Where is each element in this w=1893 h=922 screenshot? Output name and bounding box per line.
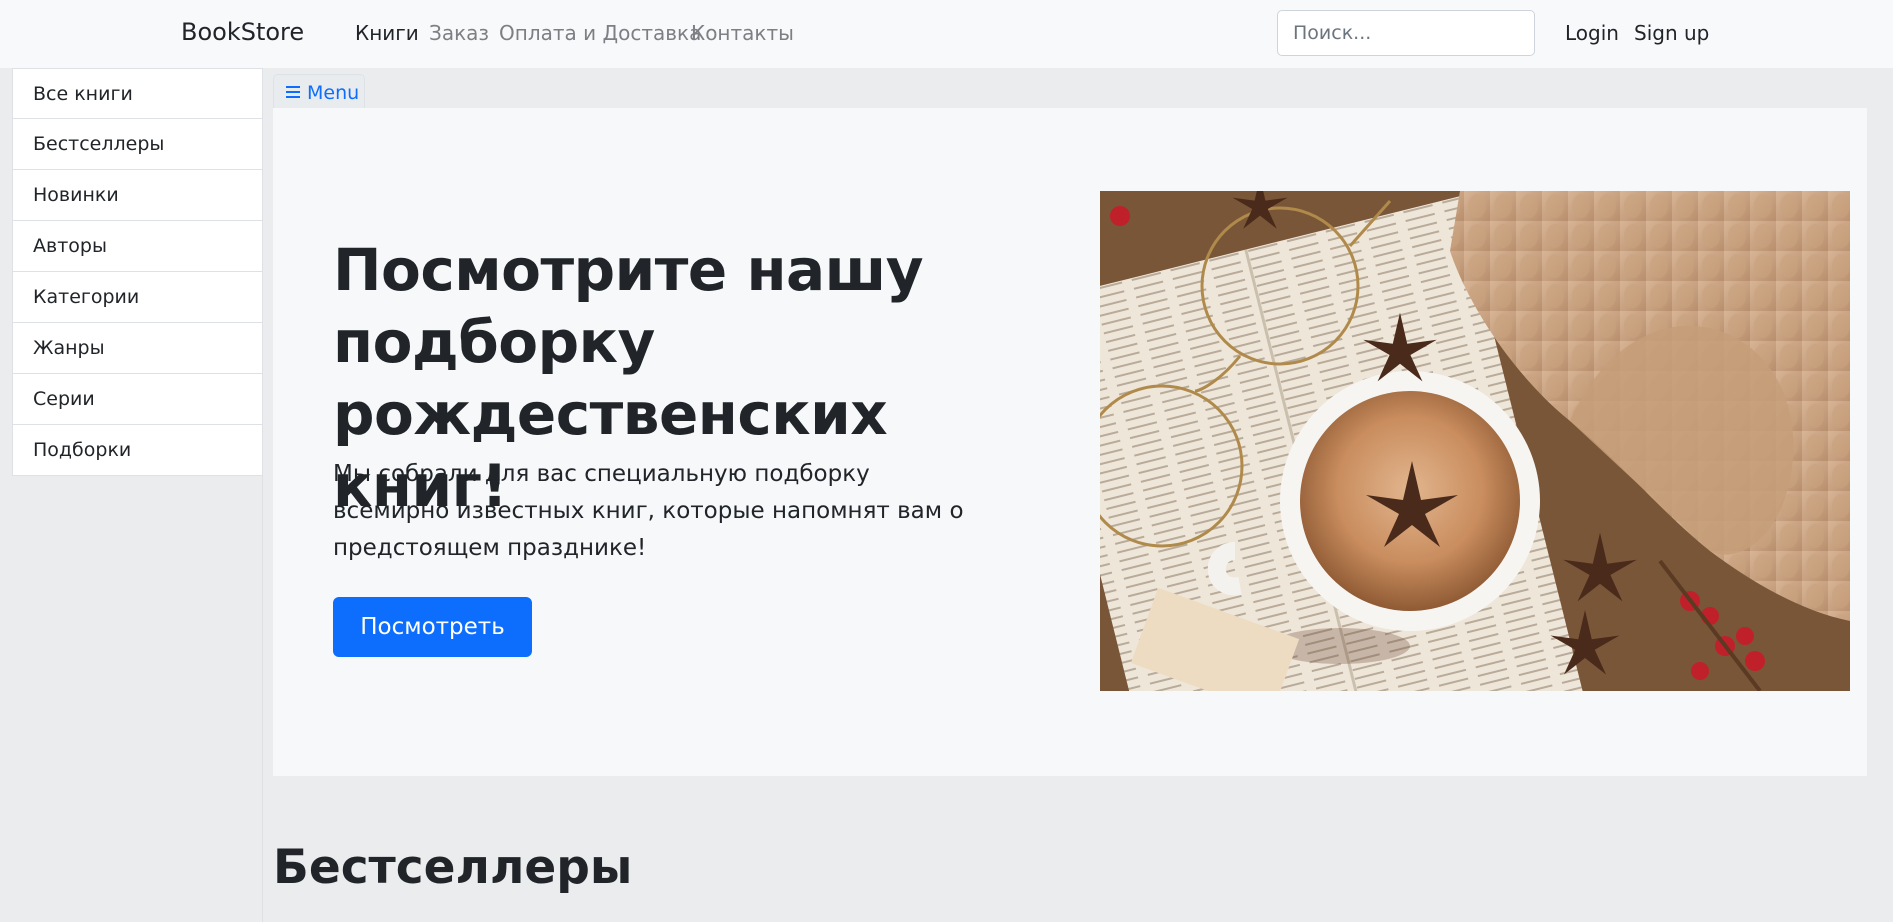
- sidebar-item-all-books[interactable]: Все книги: [12, 68, 263, 119]
- top-navbar: BookStore Книги Заказ Оплата и Доставка …: [0, 0, 1893, 68]
- hero-banner: Посмотрите нашу подборку рождественских …: [273, 108, 1867, 776]
- sidebar-item-authors[interactable]: Авторы: [12, 221, 263, 272]
- view-button[interactable]: Посмотреть: [333, 597, 532, 657]
- sidebar-item-categories[interactable]: Категории: [12, 272, 263, 323]
- sidebar-item-bestsellers[interactable]: Бестселлеры: [12, 119, 263, 170]
- sidebar-list: Все книги Бестселлеры Новинки Авторы Кат…: [12, 68, 263, 476]
- hamburger-icon: [286, 83, 300, 101]
- nav-link-contacts[interactable]: Контакты: [691, 21, 794, 45]
- signup-link[interactable]: Sign up: [1634, 21, 1709, 45]
- search-input[interactable]: [1277, 10, 1535, 56]
- sidebar: Все книги Бестселлеры Новинки Авторы Кат…: [0, 68, 263, 922]
- christmas-cocoa-illustration: [1100, 191, 1850, 691]
- nav-link-books[interactable]: Книги: [355, 21, 419, 45]
- login-link[interactable]: Login: [1565, 21, 1619, 45]
- hero-image: [1100, 191, 1850, 691]
- sidebar-item-series[interactable]: Серии: [12, 374, 263, 425]
- sidebar-item-genres[interactable]: Жанры: [12, 323, 263, 374]
- menu-toggle-button[interactable]: Menu: [273, 74, 366, 112]
- hero-lead: Мы собрали для вас специальную подборку …: [333, 461, 964, 561]
- nav-link-payment-delivery[interactable]: Оплата и Доставка: [499, 21, 701, 45]
- nav-link-order[interactable]: Заказ: [429, 21, 489, 45]
- bestsellers-heading: Бестселлеры: [273, 840, 633, 895]
- menu-button-label: Menu: [307, 82, 360, 104]
- sidebar-item-new[interactable]: Новинки: [12, 170, 263, 221]
- brand-logo[interactable]: BookStore: [181, 18, 304, 46]
- sidebar-item-collections[interactable]: Подборки: [12, 425, 263, 476]
